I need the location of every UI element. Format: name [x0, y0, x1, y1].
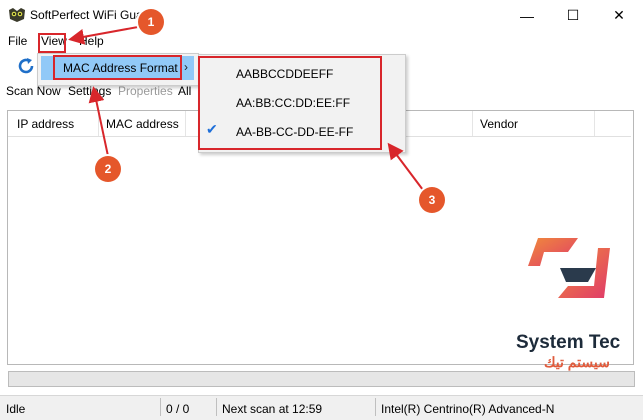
status-divider — [216, 398, 217, 416]
annotation-box-view — [38, 33, 66, 53]
status-next-scan: Next scan at 12:59 — [222, 402, 323, 416]
maximize-button[interactable]: ☐ — [550, 0, 596, 31]
annotation-box-mac-format — [53, 55, 182, 80]
minimize-button[interactable]: — — [504, 0, 550, 31]
settings-button[interactable]: Settings — [68, 84, 111, 98]
menu-file[interactable]: File — [8, 34, 27, 48]
refresh-icon[interactable] — [16, 56, 36, 76]
annotation-badge-3: 3 — [419, 187, 445, 213]
watermark-logo-icon — [528, 238, 610, 298]
status-count: 0 / 0 — [166, 402, 190, 416]
column-vendor[interactable]: Vendor — [480, 117, 518, 131]
column-divider[interactable] — [98, 111, 99, 136]
annotation-badge-2: 2 — [95, 156, 121, 182]
column-divider[interactable] — [472, 111, 473, 136]
menu-help[interactable]: Help — [79, 34, 104, 48]
status-adapter: Intel(R) Centrino(R) Advanced-N — [381, 402, 555, 416]
watermark-brand: System Tec — [516, 332, 621, 353]
scan-progress-bar — [8, 371, 635, 387]
annotation-badge-1: 1 — [138, 9, 164, 35]
scan-now-button[interactable]: Scan Now — [6, 84, 61, 98]
column-divider[interactable] — [185, 111, 186, 136]
watermark-brand-arabic: سيستم تيك — [544, 354, 610, 370]
submenu-arrow-icon: › — [184, 60, 188, 74]
all-button[interactable]: All — [178, 84, 191, 98]
close-button[interactable]: ✕ — [596, 0, 642, 31]
app-logo-icon — [9, 8, 25, 22]
column-mac-address[interactable]: MAC address — [106, 117, 179, 131]
column-divider[interactable] — [594, 111, 595, 136]
status-state: Idle — [6, 402, 26, 416]
properties-button[interactable]: Properties — [118, 84, 173, 98]
window-title: SoftPerfect WiFi Gua — [30, 8, 143, 22]
status-divider — [375, 398, 376, 416]
annotation-box-options — [198, 56, 382, 150]
column-ip-address[interactable]: IP address — [17, 117, 74, 131]
status-divider — [160, 398, 161, 416]
